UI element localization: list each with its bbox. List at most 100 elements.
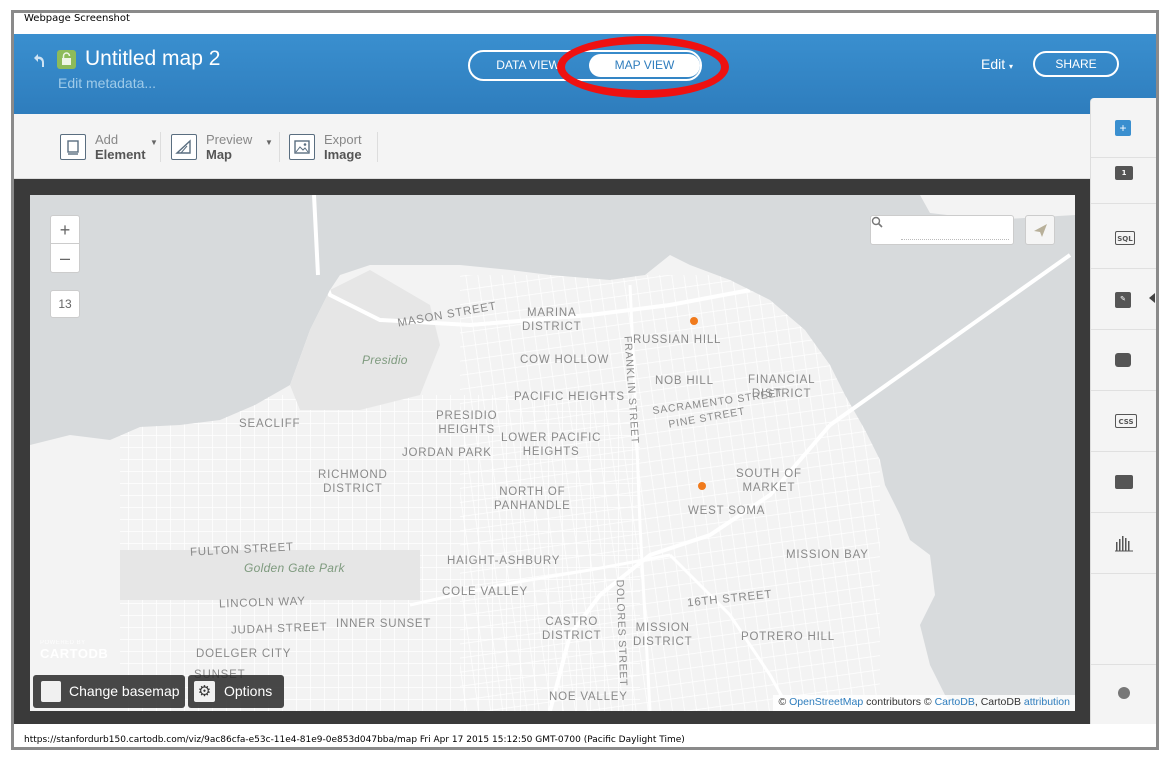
legend-icon (1115, 475, 1133, 489)
sidebar-pointer-icon (1149, 293, 1155, 303)
lock-icon[interactable] (57, 50, 76, 69)
map-label: CASTRO DISTRICT (542, 615, 601, 643)
preview-map-icon (171, 134, 197, 160)
toolbar-divider (279, 132, 280, 162)
castro-label: CASTRO DISTRICT (542, 616, 602, 642)
zoom-out-button[interactable]: – (51, 245, 79, 273)
red-highlight-annotation (557, 36, 729, 98)
map-label: Golden Gate Park (244, 561, 345, 575)
map-title[interactable]: Untitled map 2 (85, 47, 220, 71)
search-input[interactable] (901, 222, 1009, 240)
map-label: HAIGHT-ASHBURY (447, 555, 561, 567)
presidio-heights-label: PRESIDIO HEIGHTS (436, 410, 498, 436)
basemap-icon (41, 681, 61, 702)
data-point[interactable] (690, 317, 698, 325)
map-label: NOE VALLEY (549, 691, 628, 703)
lower-pacific-label: LOWER PACIFIC HEIGHTS (501, 432, 602, 458)
layer-icon: 1 (1115, 166, 1133, 180)
map-attribution: © OpenStreetMap contributors © CartoDB, … (773, 695, 1075, 711)
header-bar: Untitled map 2 Edit metadata... DATA VIE… (14, 34, 1156, 114)
wizard-item[interactable]: ✎ (1091, 270, 1156, 330)
map-label: Presidio (362, 353, 408, 367)
plus-icon: + (1115, 120, 1131, 136)
sql-item[interactable]: SQL (1091, 209, 1156, 269)
css-icon: CSS (1115, 414, 1137, 428)
options-label: Options (224, 683, 273, 699)
chevron-down-icon: ▾ (1009, 62, 1014, 71)
openstreetmap-link[interactable]: OpenStreetMap (789, 696, 863, 708)
marina-label: MARINA DISTRICT (522, 307, 582, 333)
map-canvas[interactable]: MARINA DISTRICT MASON STREET RUSSIAN HIL… (30, 195, 1075, 711)
cartodb-link[interactable]: CartoDB (935, 696, 975, 708)
cartodb-logo-text: CARTODB (40, 646, 109, 661)
attribution-link[interactable]: attribution (1024, 696, 1070, 708)
map-label: POTRERO HILL (741, 631, 835, 643)
map-label: INNER SUNSET (336, 618, 432, 630)
map-label: MISSION DISTRICT (633, 621, 692, 649)
map-label: NOB HILL (655, 375, 714, 387)
change-basemap-button[interactable]: Change basemap (33, 675, 185, 708)
preview-label: Preview (206, 132, 253, 147)
map-label: SOUTH OF MARKET (736, 467, 802, 495)
mission-label: MISSION DISTRICT (633, 622, 693, 648)
search-icon (871, 216, 883, 228)
export-image-icon (289, 134, 315, 160)
map-label: PRESIDIO HEIGHTS (436, 409, 497, 437)
zoom-in-button[interactable]: + (51, 216, 79, 244)
cartodb-logo: POWERED BY CARTODB (40, 640, 108, 661)
merge-item[interactable] (1091, 664, 1156, 724)
element-label: Element (95, 147, 146, 162)
map-label: NORTH OF PANHANDLE (494, 485, 571, 513)
back-arrow-icon[interactable] (30, 53, 46, 69)
infowindow-item[interactable] (1091, 331, 1156, 391)
infowindow-icon (1115, 353, 1131, 367)
map-label: LOWER PACIFIC HEIGHTS (501, 431, 601, 459)
data-point[interactable] (698, 482, 706, 490)
chevron-down-icon: ▼ (150, 138, 158, 147)
css-item[interactable]: CSS (1091, 392, 1156, 452)
edit-metadata-link[interactable]: Edit metadata... (58, 75, 156, 91)
attribution-prefix: © (778, 696, 790, 708)
map-label: MISSION BAY (786, 549, 869, 561)
screenshot-frame: Webpage Screenshot Untitled map 2 Edit m… (0, 0, 1169, 761)
map-label: COLE VALLEY (442, 586, 528, 598)
export-label: Export (324, 132, 362, 147)
filter-item[interactable] (1091, 514, 1156, 574)
url-status-line: https://stanfordurb150.cartodb.com/viz/9… (24, 735, 685, 745)
north-panhandle-label: NORTH OF PANHANDLE (494, 486, 571, 512)
locate-arrow-icon (1034, 224, 1047, 237)
merge-icon (1118, 687, 1130, 699)
legend-item[interactable] (1091, 453, 1156, 513)
locate-button[interactable] (1025, 215, 1055, 245)
toolbar-divider (160, 132, 161, 162)
right-sidebar: + 1 SQL ✎ CSS (1090, 98, 1156, 724)
map-label: WEST SOMA (688, 505, 766, 517)
share-button[interactable]: SHARE (1033, 51, 1119, 77)
add-element-icon (60, 134, 86, 160)
map-label: DOELGER CITY (196, 648, 292, 660)
toolbar-divider (377, 132, 378, 162)
golden-gate-park (120, 550, 420, 600)
chevron-down-icon: ▼ (265, 138, 273, 147)
map-label: RUSSIAN HILL (633, 334, 722, 346)
gear-icon: ⚙ (194, 681, 215, 702)
map-label: Map (206, 147, 232, 162)
sql-icon: SQL (1115, 231, 1135, 245)
map-label: SEACLIFF (239, 418, 301, 430)
image-label: Image (324, 147, 362, 162)
map-search (870, 215, 1014, 245)
richmond-label: RICHMOND DISTRICT (318, 469, 388, 495)
attribution-mid: contributors © (863, 696, 935, 708)
layer-item[interactable]: 1 (1091, 144, 1156, 204)
zoom-level-indicator: 13 (50, 290, 80, 318)
map-label: COW HOLLOW (520, 354, 610, 366)
add-label: Add (95, 132, 119, 147)
edit-menu[interactable]: Edit ▾ (981, 56, 1013, 72)
map-label: JORDAN PARK (402, 447, 492, 459)
zoom-control: + – (50, 215, 80, 273)
options-button[interactable]: ⚙ Options (188, 675, 284, 708)
histogram-icon (1115, 536, 1133, 552)
south-of-market-label: SOUTH OF MARKET (736, 468, 802, 494)
wizard-icon: ✎ (1115, 292, 1131, 308)
change-basemap-label: Change basemap (69, 683, 180, 699)
